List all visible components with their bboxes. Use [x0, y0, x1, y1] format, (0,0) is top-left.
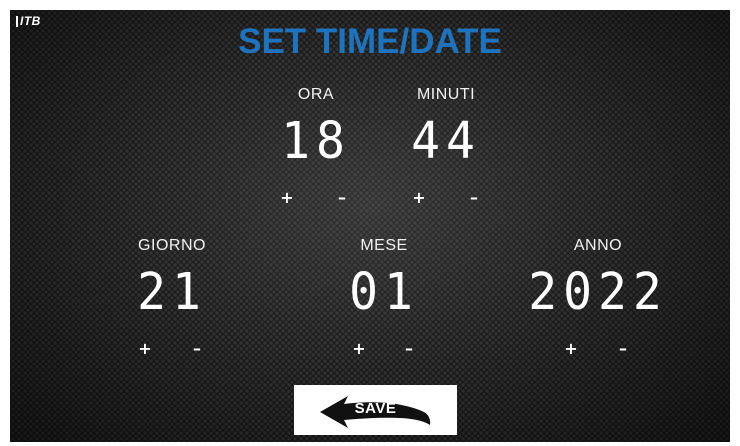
day-decrease-button[interactable]: – — [186, 339, 208, 359]
month-label: MESE — [360, 237, 408, 254]
month-value: 01 — [349, 262, 419, 322]
minute-increase-button[interactable]: + — [408, 188, 430, 208]
month-increase-button[interactable]: + — [348, 339, 370, 359]
year-decrease-button[interactable]: – — [612, 339, 634, 359]
month-decrease-button[interactable]: – — [398, 339, 420, 359]
year-value: 2022 — [528, 262, 668, 322]
day-controls: + – — [92, 339, 252, 359]
page-title: SET TIME/DATE — [238, 22, 502, 61]
settings-screen: ITB SET TIME/DATE ORA 18 + – MINUTI 44 +… — [10, 10, 730, 442]
minute-label: MINUTI — [416, 86, 476, 103]
save-label: SAVE — [354, 400, 397, 417]
year-label: ANNO — [573, 237, 623, 254]
day-field: GIORNO 21 + – — [92, 237, 252, 359]
hour-increase-button[interactable]: + — [276, 188, 298, 208]
save-button[interactable]: SAVE — [294, 385, 457, 435]
minute-decrease-button[interactable]: – — [463, 188, 485, 208]
day-increase-button[interactable]: + — [134, 339, 156, 359]
day-label: GIORNO — [138, 237, 206, 254]
minute-value: 44 — [411, 111, 481, 171]
year-increase-button[interactable]: + — [560, 339, 582, 359]
year-controls: + – — [518, 339, 678, 359]
year-field: ANNO 2022 + – — [518, 237, 678, 359]
minute-controls: + – — [366, 188, 526, 208]
hour-decrease-button[interactable]: – — [331, 188, 353, 208]
day-value: 21 — [137, 262, 207, 322]
minute-field: MINUTI 44 + – — [366, 86, 526, 208]
month-controls: + – — [304, 339, 464, 359]
month-field: MESE 01 + – — [304, 237, 464, 359]
